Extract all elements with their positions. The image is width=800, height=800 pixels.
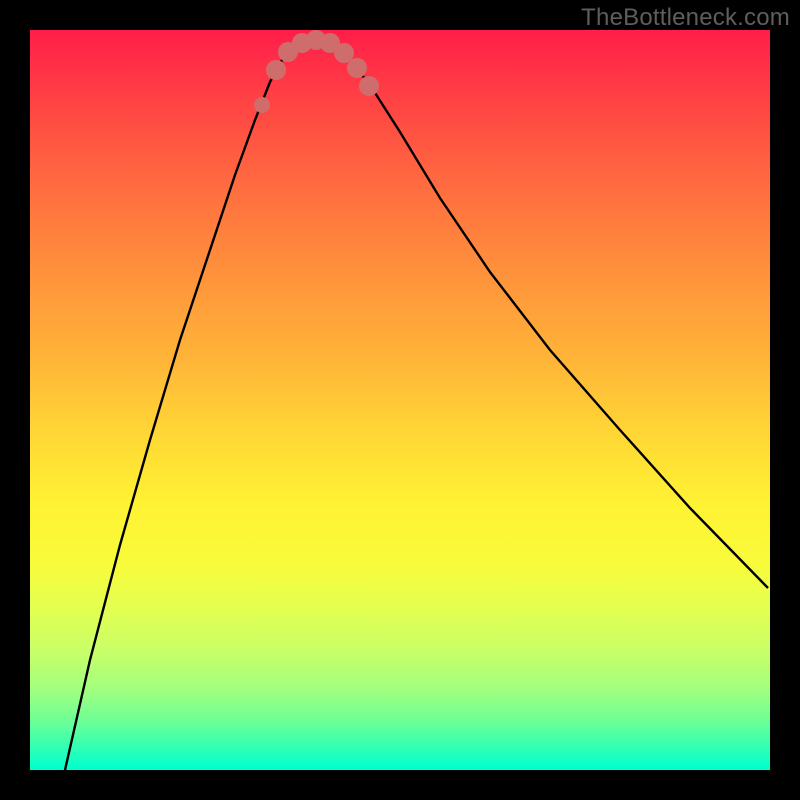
chart-frame: TheBottleneck.com — [0, 0, 800, 800]
plot-area — [30, 30, 770, 770]
bottleneck-curve-path — [65, 40, 768, 770]
highlight-dot — [254, 97, 270, 113]
highlight-dot — [359, 76, 379, 96]
highlight-dot — [266, 60, 286, 80]
highlight-dot — [347, 58, 367, 78]
curve-svg — [30, 30, 770, 770]
watermark-text: TheBottleneck.com — [581, 4, 790, 32]
highlight-dots-group — [254, 30, 379, 113]
